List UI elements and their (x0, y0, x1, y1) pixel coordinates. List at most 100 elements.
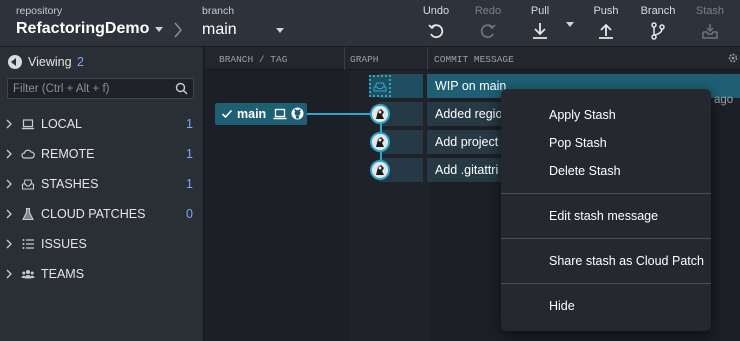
menu-divider (501, 193, 711, 194)
chevron-right-icon (6, 149, 12, 159)
redo-button[interactable]: Redo (468, 0, 508, 47)
stash-icon (373, 82, 387, 92)
people-icon (21, 270, 35, 279)
pull-button[interactable]: Pull (520, 0, 560, 47)
sidebar-section-label: REMOTE (41, 147, 95, 161)
commit-message: Added regio (435, 107, 503, 121)
branch-button[interactable]: Branch (636, 0, 680, 47)
viewing-header[interactable]: Viewing 2 (8, 54, 84, 71)
branch-selector[interactable]: main (202, 21, 237, 39)
push-label: Push (593, 5, 619, 17)
check-icon (221, 109, 233, 119)
undo-button[interactable]: Undo (416, 0, 456, 47)
repository-label: repository (16, 5, 63, 17)
sidebar-section-local[interactable]: LOCAL 1 (0, 110, 204, 138)
sidebar-section-label: STASHES (41, 177, 99, 191)
branch-caret-icon[interactable] (276, 28, 284, 33)
chevron-right-icon (6, 239, 12, 249)
filter-input[interactable] (13, 81, 173, 96)
github-icon (291, 107, 304, 120)
avatar (372, 162, 388, 178)
sidebar-section-issues[interactable]: ISSUES (0, 230, 204, 258)
commit-message: Add .gitattri (435, 163, 499, 177)
column-divider[interactable] (344, 47, 345, 70)
branch-tag-label: main (237, 107, 267, 121)
chevron-right-icon (6, 119, 12, 129)
stash-button[interactable]: Stash (690, 0, 730, 47)
stash-context-menu: Apply Stash Pop Stash Delete Stash Edit … (501, 89, 711, 331)
stash-icon (21, 179, 35, 190)
menu-item-label: Delete Stash (549, 164, 621, 178)
menu-item-hide[interactable]: Hide (501, 294, 711, 318)
sidebar-section-teams[interactable]: TEAMS (0, 260, 204, 288)
chevron-right-icon (6, 179, 12, 189)
commit-avatar[interactable] (370, 160, 390, 180)
column-divider[interactable] (427, 47, 428, 70)
menu-item-pop-stash[interactable]: Pop Stash (501, 131, 711, 155)
laptop-icon (273, 108, 287, 120)
menu-item-label: Share stash as Cloud Patch (549, 254, 704, 268)
menu-item-delete-stash[interactable]: Delete Stash (501, 159, 711, 183)
gear-icon[interactable] (727, 52, 739, 64)
avatar (372, 134, 388, 150)
push-icon (599, 23, 613, 39)
top-toolbar: repository RefactoringDemo branch main U… (0, 0, 740, 47)
menu-item-label: Hide (549, 299, 575, 313)
stash-icon (702, 24, 718, 39)
column-branch-tag[interactable]: BRANCH / TAG (219, 54, 287, 65)
chevron-right-icon (174, 22, 182, 38)
menu-divider (501, 238, 711, 239)
branch-tag-main[interactable]: main (215, 103, 307, 125)
sidebar-section-label: TEAMS (41, 267, 85, 281)
sidebar-section-count: 1 (186, 177, 193, 191)
back-arrow-icon[interactable] (8, 54, 22, 69)
pull-icon (533, 23, 547, 39)
menu-item-apply-stash[interactable]: Apply Stash (501, 103, 711, 127)
list-icon (22, 239, 34, 249)
cloud-icon (21, 149, 35, 159)
sidebar-section-stashes[interactable]: STASHES 1 (0, 170, 204, 198)
undo-label: Undo (422, 5, 450, 17)
commit-avatar[interactable] (370, 132, 390, 152)
sidebar-section-remote[interactable]: REMOTE 1 (0, 140, 204, 168)
pull-label: Pull (530, 5, 550, 17)
menu-item-label: Apply Stash (549, 108, 616, 122)
undo-icon (428, 24, 444, 39)
branch-connector-line (307, 113, 372, 115)
sidebar-section-label: ISSUES (41, 237, 87, 251)
repository-selector[interactable]: RefactoringDemo (16, 20, 149, 38)
sidebar-section-cloud-patches[interactable]: CLOUD PATCHES 0 (0, 200, 204, 228)
stash-button-label: Stash (695, 5, 725, 17)
viewing-count: 2 (77, 55, 84, 69)
avatar (372, 106, 388, 122)
branch-icon (651, 22, 665, 40)
push-button[interactable]: Push (586, 0, 626, 47)
menu-item-share-cloud-patch[interactable]: Share stash as Cloud Patch (501, 249, 711, 273)
sidebar-section-label: CLOUD PATCHES (41, 207, 146, 221)
column-header: BRANCH / TAG GRAPH COMMIT MESSAGE (205, 47, 740, 70)
column-commit-message[interactable]: COMMIT MESSAGE (434, 54, 514, 65)
sidebar-section-label: LOCAL (41, 117, 82, 131)
chevron-right-icon (6, 209, 12, 219)
stash-node[interactable] (369, 75, 391, 97)
repo-caret-icon[interactable] (155, 27, 163, 32)
column-graph[interactable]: GRAPH (350, 54, 379, 65)
filter-box[interactable] (7, 78, 194, 99)
sidebar-section-count: 1 (186, 147, 193, 161)
pull-options-caret-icon[interactable] (566, 22, 574, 27)
sidebar-section-count: 0 (186, 207, 193, 221)
commit-avatar[interactable] (370, 104, 390, 124)
commit-message: WIP on main (435, 79, 507, 93)
commit-message: Add project (435, 135, 499, 149)
left-sidebar: Viewing 2 LOCAL 1 REMOTE 1 STASHES 1 (0, 47, 204, 341)
chevron-right-icon (6, 269, 12, 279)
search-icon (175, 82, 188, 95)
laptop-icon (22, 119, 34, 130)
menu-item-edit-stash-message[interactable]: Edit stash message (501, 204, 711, 228)
menu-divider (501, 283, 711, 284)
branch-button-label: Branch (640, 5, 676, 17)
branch-label: branch (202, 5, 235, 17)
gitkraken-window: repository RefactoringDemo branch main U… (0, 0, 740, 341)
redo-icon (480, 24, 496, 39)
flask-icon (22, 207, 34, 221)
